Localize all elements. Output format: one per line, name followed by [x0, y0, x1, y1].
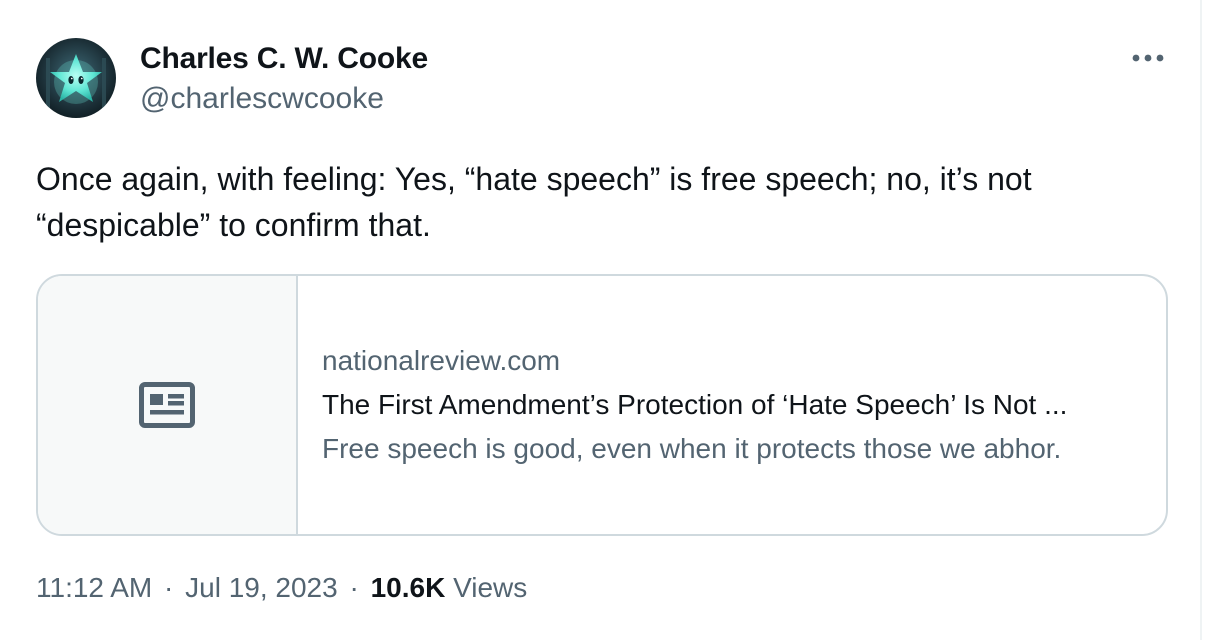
card-title: The First Amendment’s Protection of ‘Hat…	[322, 389, 1068, 420]
tweet-timestamp[interactable]: 11:12 AM · Jul 19, 2023	[36, 572, 338, 603]
tweet-metadata: 11:12 AM · Jul 19, 2023 · 10.6K Views	[36, 568, 527, 608]
views-label[interactable]: Views	[453, 572, 527, 603]
card-domain: nationalreview.com	[322, 345, 561, 376]
card-body: nationalreview.com The First Amendment’s…	[298, 276, 1166, 534]
tweet-container: Charles C. W. Cooke @charlescwcooke Once…	[0, 0, 1202, 640]
author-name[interactable]: Charles C. W. Cooke	[140, 41, 428, 77]
views-count[interactable]: 10.6K	[371, 572, 446, 603]
separator-dot: ·	[164, 572, 174, 603]
author-handle[interactable]: @charlescwcooke	[140, 81, 384, 117]
card-thumbnail	[38, 276, 298, 534]
avatar-image	[36, 38, 116, 118]
card-description: Free speech is good, even when it protec…	[322, 433, 1062, 464]
separator-dot: ·	[349, 572, 359, 603]
tweet-date: Jul 19, 2023	[185, 572, 338, 603]
tweet-text: Once again, with feeling: Yes, “hate spe…	[36, 161, 1032, 243]
avatar[interactable]	[36, 38, 116, 118]
more-horizontal-icon	[1132, 54, 1164, 62]
tweet-time: 11:12 AM	[36, 572, 153, 603]
news-article-icon	[139, 382, 195, 428]
link-preview-card[interactable]: nationalreview.com The First Amendment’s…	[36, 274, 1168, 536]
more-options-button[interactable]	[1124, 40, 1172, 76]
